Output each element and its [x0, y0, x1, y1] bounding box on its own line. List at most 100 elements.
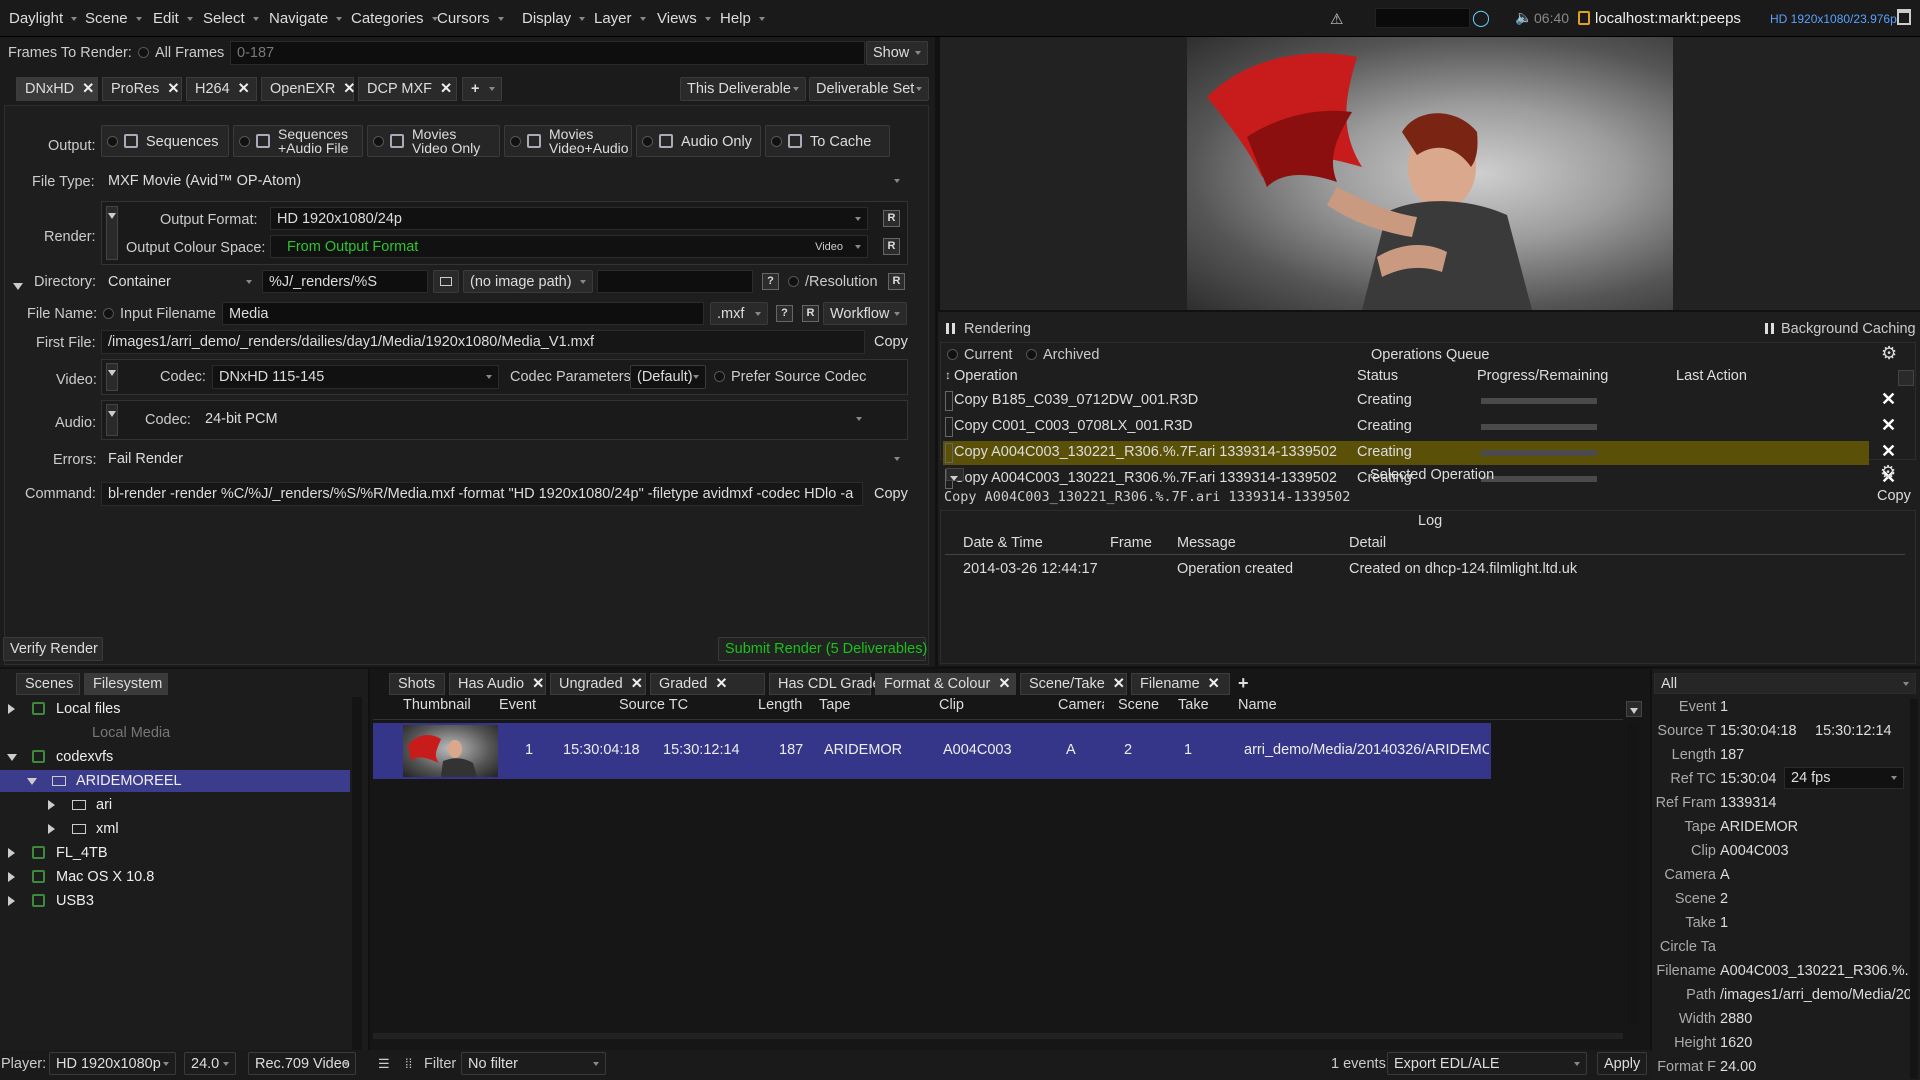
tree-item-local-files[interactable]: Local files [0, 698, 350, 720]
shots-col-scene[interactable]: Scene [1118, 697, 1159, 713]
show-dropdown[interactable]: Show [866, 41, 928, 65]
inspector-filter-dropdown[interactable]: All [1654, 673, 1916, 694]
codec-params-dropdown[interactable]: (Default) [630, 365, 706, 389]
deliverable-set-dropdown[interactable]: Deliverable Set [809, 77, 929, 101]
close-icon[interactable]: ✕ [440, 81, 452, 97]
queue-col-status[interactable]: Status [1357, 368, 1398, 384]
inspector-scrollbar[interactable] [1910, 699, 1918, 1079]
bg-caching-pause-icon[interactable] [1765, 323, 1774, 334]
menu-navigate[interactable]: Navigate [269, 10, 342, 27]
player-fps-dropdown[interactable]: 24.0 [184, 1052, 236, 1075]
shots-col-camera[interactable]: Camera [1058, 697, 1104, 713]
image-path-dropdown[interactable]: (no image path) [463, 270, 593, 293]
errors-dropdown[interactable]: Fail Render [101, 447, 907, 471]
queue-col-last-action[interactable]: Last Action [1676, 368, 1747, 384]
tree-item-codexvfs[interactable]: codexvfs [0, 746, 350, 768]
shots-col-thumbnail[interactable]: Thumbnail [403, 697, 471, 713]
menu-layer[interactable]: Layer [594, 10, 646, 27]
selected-collapse-icon[interactable] [946, 468, 964, 481]
queue-options-icon[interactable] [1898, 370, 1914, 386]
menu-edit[interactable]: Edit [153, 10, 193, 27]
warning-icon[interactable]: ⚠ [1330, 10, 1343, 28]
close-icon[interactable]: ✕ [532, 676, 544, 692]
close-icon[interactable]: ✕ [343, 81, 355, 97]
menu-help[interactable]: Help [720, 10, 765, 27]
expand-icon[interactable] [8, 872, 15, 882]
shot-row[interactable]: 1 15:30:04:18 15:30:12:14 187 ARIDEMOR A… [373, 723, 1491, 779]
deliverable-tab-h264[interactable]: H264 ✕ [186, 77, 257, 101]
directory-help-button[interactable]: ? [762, 273, 779, 290]
image-path-field[interactable] [597, 270, 753, 293]
filter-icon[interactable]: ⁞⁞ [405, 1056, 412, 1071]
close-icon[interactable]: ✕ [998, 676, 1010, 692]
search-icon[interactable]: ◯ [1472, 8, 1490, 28]
prefer-source-codec-toggle[interactable]: Prefer Source Codec [714, 369, 866, 385]
file-name-field[interactable]: Media [222, 302, 704, 325]
player-colour-dropdown[interactable]: Rec.709 Video [248, 1052, 356, 1075]
menu-categories[interactable]: Categories [351, 10, 438, 27]
shots-vscrollbar[interactable] [1628, 725, 1638, 1025]
shots-col-name[interactable]: Name [1238, 697, 1277, 713]
expand-icon[interactable] [48, 800, 55, 810]
queue-col-operation[interactable]: Operation [954, 368, 1018, 384]
rendering-pause-icon[interactable] [946, 323, 955, 334]
filename-help-button[interactable]: ? [776, 305, 793, 322]
output-format-dropdown[interactable]: HD 1920x1080/24p [270, 207, 868, 230]
log-col-message[interactable]: Message [1177, 535, 1236, 551]
shots-col-clip[interactable]: Clip [939, 697, 964, 713]
window-icon[interactable] [1897, 9, 1911, 25]
menu-display[interactable]: Display [522, 10, 585, 27]
menu-daylight[interactable]: Daylight [9, 10, 77, 27]
selected-gear-icon[interactable]: ⚙ [1880, 462, 1896, 483]
queue-gear-icon[interactable]: ⚙ [1881, 343, 1897, 364]
shots-tab-format-colour[interactable]: Format & Colour ✕ [875, 673, 1016, 695]
video-collapse-icon[interactable] [106, 363, 118, 391]
colour-space-reset-button[interactable]: R [883, 238, 900, 255]
deliverable-tab-dcp-mxf[interactable]: DCP MXF ✕ [358, 77, 457, 101]
tree-item-ari[interactable]: ari [0, 794, 350, 816]
shots-tab-has-audio[interactable]: Has Audio ✕ [449, 673, 546, 695]
close-icon[interactable]: ✕ [82, 81, 94, 97]
shots-col-source-tc[interactable]: Source TC [619, 697, 688, 713]
close-icon[interactable]: ✕ [715, 676, 727, 692]
close-icon[interactable]: ✕ [631, 676, 643, 692]
export-edl-dropdown[interactable]: Export EDL/ALE [1387, 1052, 1587, 1075]
row-checkbox[interactable] [945, 417, 953, 437]
shots-tab-has-cdl-grade[interactable]: Has CDL Grade✕ [769, 673, 901, 695]
close-icon[interactable]: ✕ [1208, 676, 1220, 692]
shots-col-event[interactable]: Event [499, 697, 536, 713]
output-sequences[interactable]: Sequences [101, 125, 229, 157]
remove-op-icon[interactable]: ✕ [1881, 389, 1896, 410]
add-deliverable-button[interactable]: + [462, 77, 502, 101]
deliverable-tab-dnxhd[interactable]: DNxHD ✕ [16, 77, 98, 101]
output-format-reset-button[interactable]: R [883, 210, 900, 227]
tree-item-fl-4tb[interactable]: FL_4TB [0, 842, 350, 864]
menu-cursors[interactable]: Cursors [437, 10, 504, 27]
current-toggle[interactable]: Current [947, 347, 1012, 363]
row-checkbox[interactable] [945, 443, 953, 463]
directory-type-dropdown[interactable]: Container [101, 270, 259, 293]
output-colour-space-dropdown[interactable]: From Output Format Video [270, 235, 868, 258]
sort-icon[interactable]: ↕ [945, 368, 951, 382]
tree-item-usb3[interactable]: USB3 [0, 890, 350, 912]
this-deliverable-dropdown[interactable]: This Deliverable [680, 77, 806, 101]
remove-op-icon[interactable]: ✕ [1881, 415, 1896, 436]
collapse-icon[interactable] [7, 754, 17, 761]
audio-collapse-icon[interactable] [106, 404, 118, 436]
shots-tab-ungraded[interactable]: Ungraded ✕ [550, 673, 646, 695]
remove-op-icon[interactable]: ✕ [1881, 441, 1896, 462]
close-icon[interactable]: ✕ [1113, 676, 1125, 692]
expand-icon[interactable] [8, 848, 15, 858]
shots-col-tape[interactable]: Tape [819, 697, 850, 713]
resolution-toggle[interactable]: /Resolution [788, 274, 878, 290]
output-sequences-audio-file[interactable]: Sequences +Audio File [233, 125, 363, 157]
submit-render-button[interactable]: Submit Render (5 Deliverables) [718, 637, 927, 661]
collapse-icon[interactable] [27, 778, 37, 785]
archived-toggle[interactable]: Archived [1026, 347, 1099, 363]
shots-tab-graded[interactable]: Graded ✕ [650, 673, 765, 695]
close-icon[interactable]: ✕ [238, 81, 250, 97]
workflow-dropdown[interactable]: Workflow [823, 302, 907, 325]
shots-tab-filename[interactable]: Filename ✕ [1131, 673, 1230, 695]
tree-item-xml[interactable]: xml [0, 818, 350, 840]
inspector-fps-dropdown[interactable]: 24 fps [1784, 767, 1904, 789]
